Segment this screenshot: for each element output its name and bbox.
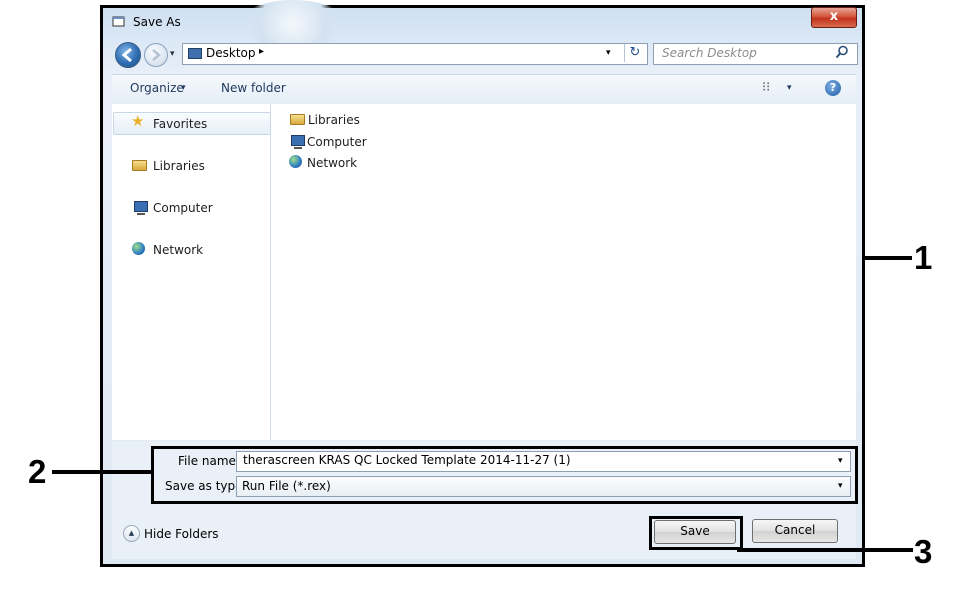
- desktop-icon: [188, 48, 202, 59]
- star-icon: ★: [131, 112, 145, 130]
- navigation-pane: [112, 104, 271, 440]
- computer-icon: [291, 135, 305, 146]
- list-item-libraries[interactable]: Libraries: [308, 113, 360, 127]
- libraries-icon: [290, 114, 305, 125]
- sidebar-item-libraries[interactable]: Libraries: [153, 159, 205, 173]
- forward-button[interactable]: [144, 43, 168, 67]
- organize-dropdown-icon[interactable]: ▾: [181, 83, 186, 93]
- view-options-dropdown-icon[interactable]: ▾: [787, 83, 792, 93]
- search-placeholder: Search Desktop: [662, 46, 757, 60]
- callout-number-3: 3: [914, 533, 933, 570]
- dialog-icon: [112, 15, 126, 27]
- file-name-label: File name:: [178, 454, 240, 468]
- save-as-type-value[interactable]: Run File (*.rex): [242, 479, 331, 493]
- change-view-icon[interactable]: ⁝⁝: [762, 80, 770, 95]
- window-glass-decoration: [238, 0, 348, 48]
- save-button[interactable]: Save: [654, 520, 736, 544]
- back-arrow-icon: [121, 47, 132, 63]
- sidebar-item-network[interactable]: Network: [153, 243, 203, 257]
- recent-pages-dropdown-icon[interactable]: ▾: [170, 49, 175, 59]
- sidebar-item-favorites[interactable]: Favorites: [153, 117, 207, 131]
- back-button[interactable]: [115, 42, 141, 68]
- organize-menu[interactable]: Organize: [130, 81, 184, 95]
- file-list-pane: [271, 104, 856, 440]
- callout-number-2: 2: [28, 453, 47, 490]
- save-as-type-label: Save as type:: [165, 479, 247, 493]
- close-button[interactable]: x: [811, 7, 857, 28]
- network-icon: [132, 242, 145, 255]
- breadcrumb-chevron-icon[interactable]: ▸: [259, 46, 264, 57]
- dialog-title: Save As: [133, 15, 181, 29]
- hide-folders-button[interactable]: Hide Folders: [144, 527, 219, 541]
- hide-folders-icon[interactable]: ▲: [123, 525, 140, 542]
- computer-stand: [137, 213, 145, 215]
- file-name-dropdown-icon[interactable]: ▾: [838, 456, 843, 466]
- file-name-value[interactable]: therascreen KRAS QC Locked Template 2014…: [243, 453, 571, 467]
- network-icon: [289, 155, 302, 168]
- list-item-network[interactable]: Network: [307, 156, 357, 170]
- callout-leader-1: [862, 256, 912, 260]
- callout-leader-3: [737, 548, 913, 552]
- list-item-computer[interactable]: Computer: [307, 135, 367, 149]
- save-as-type-dropdown-icon[interactable]: ▾: [838, 481, 843, 491]
- new-folder-button[interactable]: New folder: [221, 81, 286, 95]
- libraries-icon: [132, 160, 147, 171]
- refresh-button[interactable]: ↻: [624, 44, 645, 62]
- address-dropdown-icon[interactable]: ▾: [606, 48, 611, 58]
- forward-arrow-icon: [152, 49, 161, 61]
- computer-stand: [294, 147, 302, 149]
- cancel-button[interactable]: Cancel: [752, 519, 838, 543]
- address-crumb-desktop[interactable]: Desktop: [206, 46, 256, 60]
- search-icon[interactable]: [835, 45, 849, 63]
- sidebar-item-computer[interactable]: Computer: [153, 201, 213, 215]
- computer-icon: [134, 201, 148, 212]
- callout-number-1: 1: [914, 239, 933, 276]
- callout-leader-2: [52, 470, 152, 474]
- help-icon[interactable]: ?: [825, 80, 841, 96]
